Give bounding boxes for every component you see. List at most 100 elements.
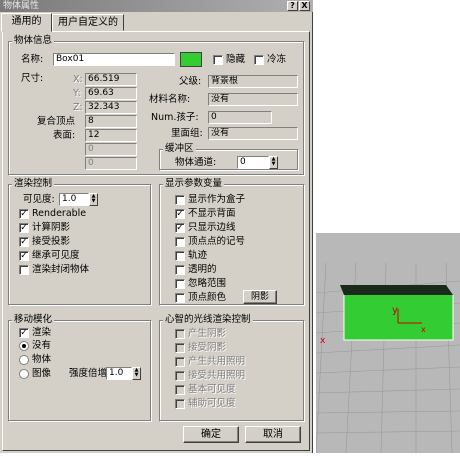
display-option-checkbox[interactable] [175,237,185,247]
vertices-label: 复合顶点 [37,116,76,127]
display-option-label: 不显示背面 [188,208,236,219]
name-label: 名称: [21,54,44,65]
hide-checkbox[interactable] [213,55,223,65]
render-option-checkbox[interactable]: ✓ [19,223,29,233]
radiosity-option-label: 辅助可见度 [188,398,236,409]
display-properties-title: 显示参数变量 [163,178,225,189]
cancel-button[interactable]: 取消 [245,426,301,443]
title-bar[interactable]: 物体属性 ? X [0,0,313,12]
shaded-button[interactable]: 阴影 [243,290,277,304]
name-field[interactable]: Box01 [53,53,175,66]
render-option-checkbox[interactable]: ✓ [19,209,29,219]
motion-blur-enabled-checkbox[interactable]: ✓ [19,328,29,338]
display-option-label: 透明的 [188,264,217,275]
children-field: 0 [208,111,272,124]
axis-y-label: y [392,305,398,316]
freeze-checkbox[interactable] [254,55,264,65]
display-option-checkbox[interactable] [175,265,185,275]
visibility-spinner[interactable]: ▲ ▼ [89,193,98,206]
tab-general[interactable]: 通用的 [1,13,52,32]
object-color-swatch[interactable] [180,52,202,67]
render-option-checkbox[interactable]: ✓ [19,251,29,261]
object-channel-spinner[interactable]: ▲ ▼ [269,156,278,169]
window-title: 物体属性 [3,1,40,11]
object-channel-label: 物体通道: [175,157,217,168]
x-label: X: [73,74,83,85]
gbuffer-title: 缓冲区 [163,143,196,154]
object-channel-field[interactable]: 0 [237,156,269,169]
display-option-label: 轨迹 [188,250,208,261]
display-option-checkbox[interactable] [175,279,185,289]
tab-panel-general: 物体信息 名称: Box01 隐藏 冷冻 尺寸: X: 66.519 Y: 69… [2,31,310,451]
radiosity-option-label: 产生共用照明 [188,356,246,367]
in-group-label: 里面组: [171,128,203,139]
display-option-checkbox[interactable]: ✓ [175,209,185,219]
visibility-label: 可见度: [23,194,55,205]
motion-blur-radio-label: 图像 [32,368,52,379]
box-top-face [340,285,453,295]
y-dimension-field: 69.63 [85,87,137,100]
display-option-label: 忽略范围 [188,278,227,289]
radiosity-option-label: 产生阴影 [188,328,227,339]
motion-blur-radio-label: 物体 [32,354,52,365]
help-button[interactable]: ? [287,1,298,11]
x-dimension-field: 66.519 [85,73,137,86]
render-option-checkbox[interactable] [19,265,29,275]
render-option-label: 渲染封闭物体 [32,264,90,275]
motion-blur-radio[interactable] [19,369,29,379]
display-option-label: 只显示边线 [188,222,236,233]
radiosity-title: 心智的光线渲染控制 [163,314,253,325]
multiplier-field[interactable]: 1.0 [106,367,132,380]
tab-user-defined[interactable]: 用户自定义的 [52,14,124,31]
z-label: Z: [73,102,83,113]
faces-label: 表面: [53,130,76,141]
radiosity-option-checkbox [175,385,185,395]
multiplier-spinner[interactable]: ▲ ▼ [132,367,141,380]
display-option-checkbox[interactable] [175,293,185,303]
radiosity-option-checkbox [175,357,185,367]
close-button[interactable]: X [299,1,310,11]
motion-blur-radio[interactable] [19,355,29,365]
extra-field-1: 0 [85,143,137,156]
dimensions-label: 尺寸: [21,73,44,84]
motion-blur-radio-label: 没有 [32,340,52,351]
world-axis-label: x [320,336,326,346]
radiosity-option-checkbox [175,399,185,409]
visibility-field[interactable]: 1.0 [59,193,89,206]
render-option-label: Renderable [32,208,87,219]
axis-x-label: x [421,325,426,334]
material-field: 没有 [208,93,298,106]
parent-label: 父级: [179,76,202,87]
children-label: Num.孩子: [151,112,199,123]
ok-button[interactable]: 确定 [183,426,239,443]
in-group-field: 没有 [208,127,298,140]
render-option-label: 接受投影 [32,236,71,247]
radiosity-option-checkbox [175,329,185,339]
hide-label: 隐藏 [226,54,246,65]
parent-field: 背景根 [208,75,298,88]
extra-field-2: 0 [85,157,137,170]
material-label: 材料名称: [149,94,191,105]
motion-blur-title: 移动模化 [12,314,55,325]
display-option-checkbox[interactable] [175,251,185,261]
radiosity-option-label: 接受阴影 [188,342,227,353]
multiplier-label: 强度倍增 [69,368,108,379]
perspective-viewport[interactable]: y x x [315,233,460,454]
z-dimension-field: 32.343 [85,101,137,114]
motion-blur-radio[interactable] [19,341,29,351]
display-option-label: 顶点颜色 [188,292,227,303]
display-option-checkbox[interactable] [175,195,185,205]
object-info-title: 物体信息 [12,35,55,46]
render-option-label: 继承可见度 [32,250,80,261]
vertices-field: 8 [85,115,137,128]
radiosity-option-label: 接受共用照明 [188,370,246,381]
radiosity-option-checkbox [175,343,185,353]
display-option-checkbox[interactable]: ✓ [175,223,185,233]
object-properties-dialog: 物体属性 ? X 通用的 用户自定义的 物体信息 名称: Box01 隐藏 冷冻… [0,0,313,453]
render-option-checkbox[interactable]: ✓ [19,237,29,247]
y-label: Y: [73,88,81,99]
display-option-label: 显示作为盒子 [188,194,246,205]
radiosity-option-checkbox [175,371,185,381]
freeze-label: 冷冻 [267,54,287,65]
render-option-label: 计算阴影 [32,222,71,233]
